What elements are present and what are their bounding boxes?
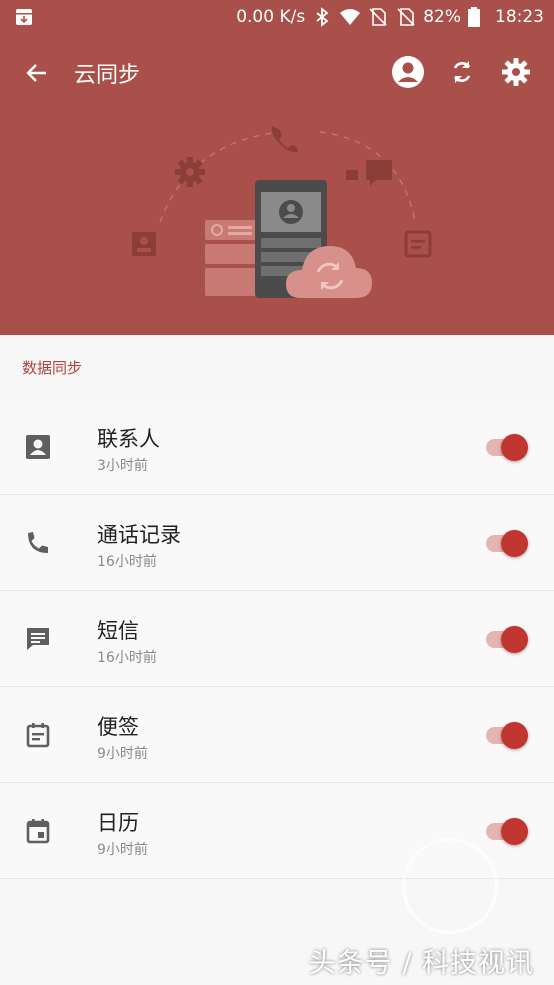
item-sync-time: 16小时前 xyxy=(97,554,157,570)
message-icon xyxy=(22,623,54,655)
toolbar: 云同步 xyxy=(0,44,554,100)
status-bar: 0.00 K/s 82% 18:23 xyxy=(0,0,554,36)
item-label: 联系人 xyxy=(97,427,160,451)
settings-icon[interactable] xyxy=(498,54,534,90)
watermark-text: 头条号 / 科技视讯 xyxy=(308,948,534,979)
bluetooth-icon xyxy=(311,6,333,28)
header-banner: 0.00 K/s 82% 18:23 云同步 xyxy=(0,0,554,335)
sim-off-icon xyxy=(395,6,417,28)
battery-icon xyxy=(467,6,489,28)
sync-toggle[interactable] xyxy=(484,529,530,557)
back-arrow-icon[interactable] xyxy=(20,56,54,90)
watermark-logo xyxy=(402,838,498,934)
sync-toggle[interactable] xyxy=(484,625,530,653)
clock: 18:23 xyxy=(495,7,544,27)
list-item[interactable]: 便签 9小时前 xyxy=(0,687,554,783)
sync-toggle[interactable] xyxy=(484,817,530,845)
phone-icon xyxy=(22,527,54,559)
item-label: 便签 xyxy=(97,715,139,739)
battery-percent: 82% xyxy=(423,7,461,27)
list-item[interactable]: 联系人 3小时前 xyxy=(0,399,554,495)
item-label: 通话记录 xyxy=(97,523,181,547)
sync-list: 联系人 3小时前 通话记录 16小时前 短信 16小时前 便签 9小时前 日历 xyxy=(0,399,554,879)
note-icon xyxy=(22,719,54,751)
wifi-icon xyxy=(339,6,361,28)
sync-toggle[interactable] xyxy=(484,433,530,461)
download-icon xyxy=(14,7,34,32)
item-sync-time: 16小时前 xyxy=(97,650,157,666)
list-item[interactable]: 通话记录 16小时前 xyxy=(0,495,554,591)
item-label: 短信 xyxy=(97,619,139,643)
calendar-icon xyxy=(22,815,54,847)
account-icon[interactable] xyxy=(390,54,426,90)
item-label: 日历 xyxy=(97,811,139,835)
item-sync-time: 9小时前 xyxy=(97,842,148,858)
page-title: 云同步 xyxy=(74,63,141,88)
section-title: 数据同步 xyxy=(22,359,83,377)
item-sync-time: 9小时前 xyxy=(97,746,148,762)
sync-toggle[interactable] xyxy=(484,721,530,749)
sim-off-icon xyxy=(367,6,389,28)
sync-icon[interactable] xyxy=(444,54,480,90)
sync-illustration xyxy=(120,112,440,322)
contact-icon xyxy=(22,431,54,463)
network-speed: 0.00 K/s xyxy=(236,7,306,27)
list-item[interactable]: 短信 16小时前 xyxy=(0,591,554,687)
item-sync-time: 3小时前 xyxy=(97,458,148,474)
